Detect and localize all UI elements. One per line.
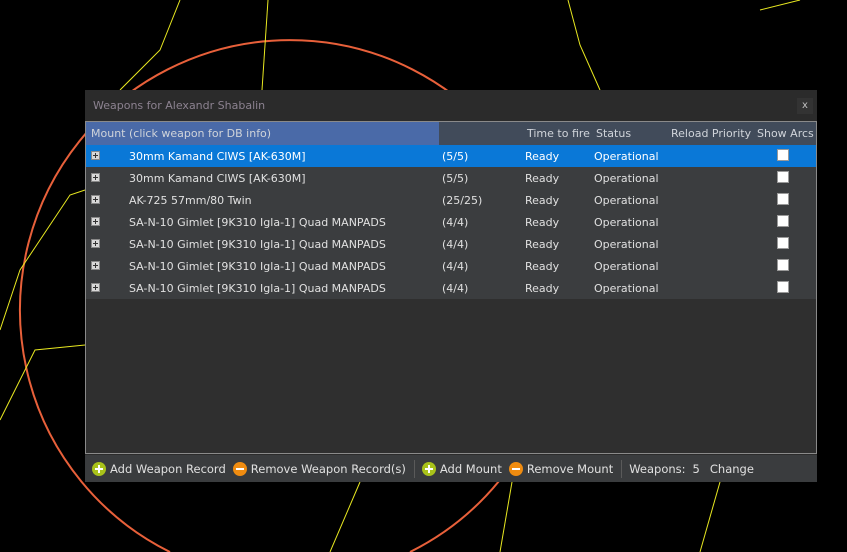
add-mount-label: Add Mount (439, 461, 502, 476)
remove-mount-button[interactable]: Remove Mount (508, 461, 614, 476)
time-to-fire: Ready (525, 260, 560, 273)
remove-weapon-records-button[interactable]: Remove Weapon Record(s) (232, 461, 406, 476)
ammo-count: (4/4) (442, 260, 469, 273)
mount-name[interactable]: AK-725 57mm/80 Twin (129, 194, 252, 207)
status: Operational (594, 150, 659, 163)
show-arcs-checkbox[interactable] (777, 171, 789, 183)
expand-icon[interactable] (91, 195, 100, 204)
time-to-fire: Ready (525, 150, 560, 163)
table-row[interactable]: SA-N-10 Gimlet [9K310 Igla-1] Quad MANPA… (86, 277, 816, 299)
time-to-fire: Ready (525, 238, 560, 251)
bottom-toolbar: Add Weapon Record Remove Weapon Record(s… (85, 455, 817, 482)
time-to-fire: Ready (525, 172, 560, 185)
weapons-window: Weapons for Alexandr Shabalin x Mount (c… (85, 90, 817, 482)
grid-header: Mount (click weapon for DB info) Time to… (86, 122, 816, 145)
weapons-count-label: Weapons: (629, 461, 686, 476)
remove-weapon-records-label: Remove Weapon Record(s) (250, 461, 406, 476)
weapons-count-value: 5 (692, 461, 700, 476)
show-arcs-checkbox[interactable] (777, 193, 789, 205)
column-header-show-arcs[interactable]: Show Arcs (757, 127, 814, 140)
mount-name[interactable]: SA-N-10 Gimlet [9K310 Igla-1] Quad MANPA… (129, 282, 386, 295)
remove-icon (508, 461, 523, 476)
column-header-time-to-fire[interactable]: Time to fire (527, 127, 590, 140)
expand-icon[interactable] (91, 261, 100, 270)
time-to-fire: Ready (525, 194, 560, 207)
add-weapon-record-button[interactable]: Add Weapon Record (92, 461, 226, 476)
expand-icon[interactable] (91, 217, 100, 226)
status: Operational (594, 172, 659, 185)
status: Operational (594, 194, 659, 207)
time-to-fire: Ready (525, 282, 560, 295)
toolbar-separator (413, 459, 415, 478)
table-row[interactable]: SA-N-10 Gimlet [9K310 Igla-1] Quad MANPA… (86, 211, 816, 233)
show-arcs-checkbox[interactable] (777, 281, 789, 293)
weapons-grid: Mount (click weapon for DB info) Time to… (85, 121, 817, 454)
time-to-fire: Ready (525, 216, 560, 229)
column-header-mount-label: Mount (click weapon for DB info) (91, 127, 272, 140)
table-row[interactable]: AK-725 57mm/80 Twin (25/25) Ready Operation… (86, 189, 816, 211)
ammo-count: (5/5) (442, 150, 469, 163)
status: Operational (594, 216, 659, 229)
expand-icon[interactable] (91, 239, 100, 248)
ammo-count: (25/25) (442, 194, 483, 207)
status: Operational (594, 238, 659, 251)
ammo-count: (4/4) (442, 216, 469, 229)
ammo-count: (4/4) (442, 238, 469, 251)
column-header-status[interactable]: Status (596, 127, 631, 140)
add-icon (92, 461, 106, 476)
status: Operational (594, 282, 659, 295)
expand-icon[interactable] (91, 173, 100, 182)
mount-name[interactable]: SA-N-10 Gimlet [9K310 Igla-1] Quad MANPA… (129, 260, 386, 273)
table-row[interactable]: SA-N-10 Gimlet [9K310 Igla-1] Quad MANPA… (86, 255, 816, 277)
mount-name[interactable]: SA-N-10 Gimlet [9K310 Igla-1] Quad MANPA… (129, 216, 386, 229)
show-arcs-checkbox[interactable] (777, 237, 789, 249)
column-header-reload-priority[interactable]: Reload Priority (671, 127, 751, 140)
expand-icon[interactable] (91, 151, 100, 160)
mount-name[interactable]: 30mm Kamand CIWS [AK-630M] (129, 150, 306, 163)
expand-icon[interactable] (91, 283, 100, 292)
add-mount-button[interactable]: Add Mount (421, 461, 502, 476)
show-arcs-checkbox[interactable] (777, 259, 789, 271)
window-title: Weapons for Alexandr Shabalin (93, 99, 266, 112)
table-row[interactable]: SA-N-10 Gimlet [9K310 Igla-1] Quad MANPA… (86, 233, 816, 255)
toolbar-separator (621, 459, 623, 478)
title-bar[interactable]: Weapons for Alexandr Shabalin x (85, 90, 817, 121)
mount-name[interactable]: SA-N-10 Gimlet [9K310 Igla-1] Quad MANPA… (129, 238, 386, 251)
add-icon (421, 461, 436, 476)
ammo-count: (5/5) (442, 172, 469, 185)
change-button[interactable]: Change (710, 462, 754, 476)
remove-icon (232, 461, 247, 476)
add-weapon-record-label: Add Weapon Record (110, 461, 226, 476)
show-arcs-checkbox[interactable] (777, 149, 789, 161)
remove-mount-label: Remove Mount (526, 461, 614, 476)
table-row[interactable]: 30mm Kamand CIWS [AK-630M] (5/5) Ready Oper… (86, 167, 816, 189)
status: Operational (594, 260, 659, 273)
show-arcs-checkbox[interactable] (777, 215, 789, 227)
ammo-count: (4/4) (442, 282, 469, 295)
table-row[interactable]: 30mm Kamand CIWS [AK-630M] (5/5) Ready Oper… (86, 145, 816, 167)
mount-name[interactable]: 30mm Kamand CIWS [AK-630M] (129, 172, 306, 185)
close-button[interactable]: x (797, 98, 813, 114)
